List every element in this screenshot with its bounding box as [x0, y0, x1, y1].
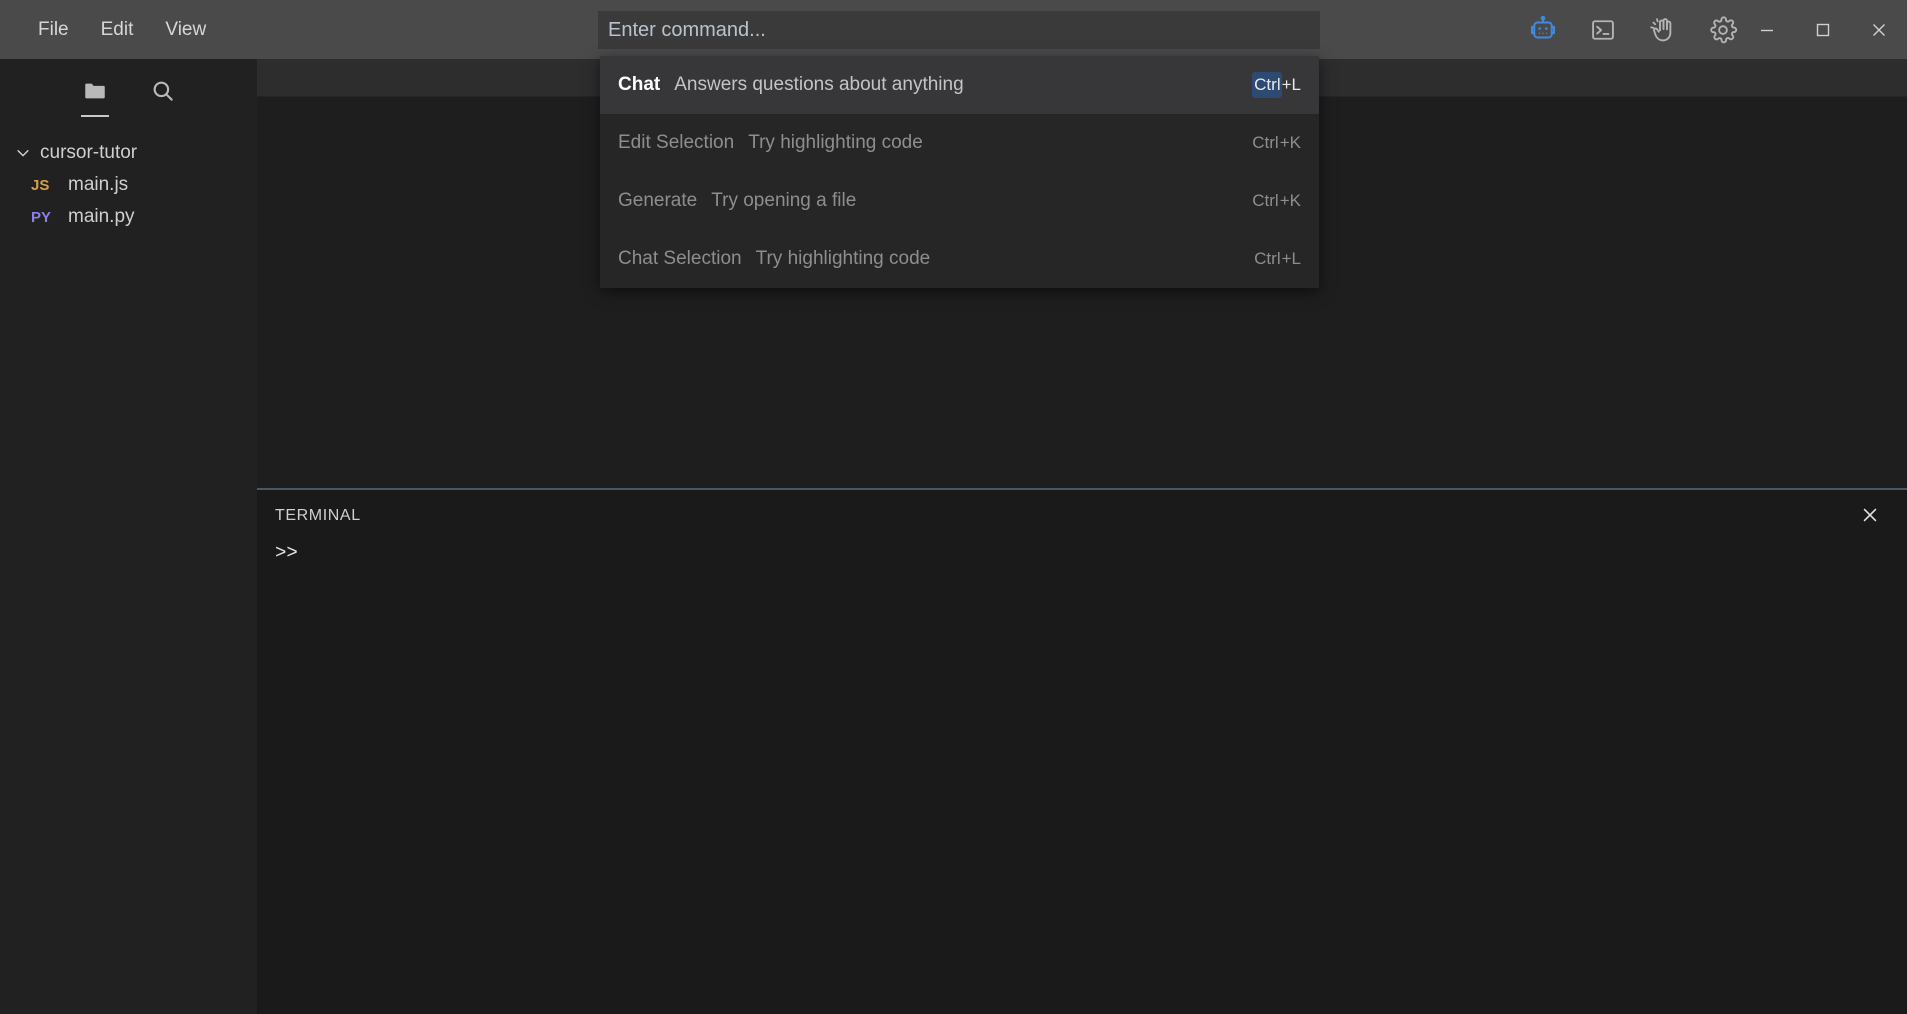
- command-input[interactable]: [598, 11, 1320, 49]
- palette-item-description: Try highlighting code: [748, 132, 923, 153]
- chevron-down-icon: [17, 150, 29, 157]
- close-button[interactable]: [1851, 0, 1907, 59]
- palette-item-title: Chat: [618, 74, 661, 95]
- palette-item-shortcut: Ctrl +K: [1250, 188, 1301, 214]
- palette-item-chat[interactable]: Chat Answers questions about anything Ct…: [600, 56, 1319, 114]
- sidebar-icon-strip: [0, 59, 257, 117]
- tree-file-main-py[interactable]: PY main.py: [0, 201, 257, 233]
- terminal-panel: TERMINAL >>: [257, 488, 1907, 1014]
- tree-root-label: cursor-tutor: [40, 142, 138, 163]
- tree-file-label: main.js: [68, 174, 129, 195]
- terminal-icon[interactable]: [1586, 13, 1620, 47]
- palette-item-description: Try highlighting code: [755, 248, 931, 269]
- terminal-prompt: >>: [275, 542, 298, 564]
- gear-icon[interactable]: [1706, 13, 1740, 47]
- menu-edit[interactable]: Edit: [85, 13, 150, 47]
- palette-item-description: Answers questions about anything: [674, 74, 964, 95]
- terminal-header: TERMINAL: [257, 490, 1907, 542]
- tree-root-cursor-tutor[interactable]: cursor-tutor: [0, 137, 257, 169]
- shortcut-modifier: Ctrl: [1252, 133, 1279, 152]
- shortcut-key: +L: [1281, 75, 1301, 94]
- palette-item-title: Edit Selection: [618, 132, 735, 153]
- shortcut-key: +L: [1281, 249, 1301, 268]
- file-tree: cursor-tutor JS main.js PY main.py: [0, 137, 257, 233]
- py-file-icon: PY: [31, 208, 52, 226]
- shortcut-key: +K: [1279, 191, 1301, 210]
- hand-wave-icon[interactable]: [1646, 13, 1680, 47]
- minimize-button[interactable]: [1739, 0, 1795, 59]
- shortcut-key: +K: [1279, 133, 1301, 152]
- palette-item-generate[interactable]: Generate Try opening a file Ctrl +K: [600, 172, 1319, 230]
- terminal-body[interactable]: >>: [257, 542, 1907, 564]
- js-file-icon: JS: [31, 176, 50, 194]
- search-icon[interactable]: [143, 71, 183, 111]
- palette-item-description: Try opening a file: [711, 190, 857, 211]
- shortcut-modifier: Ctrl: [1254, 249, 1281, 268]
- palette-item-title: Chat Selection: [618, 248, 742, 269]
- menu-view[interactable]: View: [149, 13, 222, 47]
- window-controls: [1739, 0, 1907, 59]
- ai-robot-icon[interactable]: [1526, 13, 1560, 47]
- palette-item-chat-selection[interactable]: Chat Selection Try highlighting code Ctr…: [600, 230, 1319, 288]
- tree-file-main-js[interactable]: JS main.js: [0, 169, 257, 201]
- sidebar: cursor-tutor JS main.js PY main.py: [0, 59, 257, 1014]
- maximize-button[interactable]: [1795, 0, 1851, 59]
- palette-item-shortcut: Ctrl +L: [1252, 246, 1301, 272]
- palette-item-edit-selection[interactable]: Edit Selection Try highlighting code Ctr…: [600, 114, 1319, 172]
- toolbar-icons: [1526, 0, 1740, 59]
- palette-item-shortcut: Ctrl +L: [1252, 72, 1301, 98]
- app-window: File Edit View Enter command... cursor-t…: [0, 0, 1907, 1014]
- title-bar: File Edit View: [0, 0, 1907, 59]
- terminal-close-button[interactable]: [1855, 500, 1885, 530]
- menu-bar: File Edit View: [0, 13, 222, 47]
- command-palette-dropdown: Chat Answers questions about anything Ct…: [600, 56, 1319, 288]
- menu-file[interactable]: File: [22, 13, 85, 47]
- folder-icon[interactable]: [75, 71, 115, 117]
- shortcut-modifier: Ctrl: [1252, 191, 1279, 210]
- palette-item-title: Generate: [618, 190, 698, 211]
- shortcut-modifier: Ctrl: [1252, 72, 1282, 98]
- command-bar: [598, 11, 1320, 49]
- palette-item-shortcut: Ctrl +K: [1250, 130, 1301, 156]
- tree-file-label: main.py: [68, 206, 135, 227]
- terminal-title: TERMINAL: [275, 507, 361, 524]
